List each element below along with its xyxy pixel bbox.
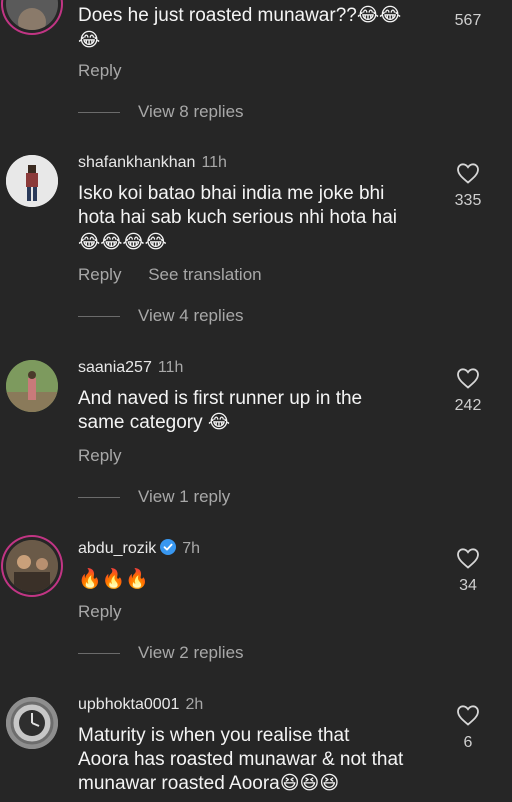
username[interactable]: upbhokta0001 — [78, 696, 179, 713]
comment-text-line3: munawar roasted Aoora😆😆😆 — [78, 773, 340, 794]
reply-button[interactable]: Reply — [78, 602, 121, 621]
username[interactable]: abdu_rozik — [78, 540, 156, 557]
comment-text-line2: hota hai sab kuch serious nhi hota hai — [78, 207, 397, 228]
view-replies-label: View 1 reply — [138, 487, 231, 506]
reply-button[interactable]: Reply — [78, 61, 121, 80]
comment-text: 🔥🔥🔥 — [78, 568, 149, 590]
comment-text: Isko koi batao bhai india me joke bhi — [78, 183, 385, 204]
timestamp: 11h — [201, 154, 227, 171]
comment-actions: Reply — [78, 61, 143, 81]
like-count: 567 — [454, 12, 482, 29]
like-count: 6 — [463, 734, 473, 751]
view-replies-button[interactable]: View 1 reply — [78, 487, 230, 507]
divider — [78, 496, 120, 498]
heart-icon[interactable] — [456, 547, 480, 569]
avatar-image — [6, 697, 58, 749]
timestamp: 2h — [185, 696, 204, 713]
comment-header: saania257 11h — [78, 359, 183, 377]
avatar-image — [6, 540, 58, 592]
like-count: 335 — [454, 192, 482, 209]
comment-text-line3: 😂😂😂😂 — [78, 231, 167, 253]
see-translation-button[interactable]: See translation — [148, 265, 261, 284]
heart-icon[interactable] — [456, 367, 480, 389]
username[interactable]: saania257 — [78, 359, 152, 376]
timestamp: 7h — [182, 540, 201, 557]
avatar-image — [6, 155, 58, 207]
divider — [78, 315, 120, 317]
view-replies-label: View 8 replies — [138, 102, 244, 121]
comment-actions: Reply — [78, 446, 143, 466]
heart-icon[interactable] — [456, 162, 480, 184]
view-replies-label: View 2 replies — [138, 643, 244, 662]
comment-text-line2: Aoora has roasted munawar & not that — [78, 749, 404, 770]
avatar[interactable] — [6, 697, 58, 749]
view-replies-label: View 4 replies — [138, 306, 244, 325]
verified-badge-icon — [160, 539, 177, 555]
username[interactable]: shafankhankhan — [78, 154, 195, 171]
reply-button[interactable]: Reply — [78, 265, 121, 284]
reply-button[interactable]: Reply — [78, 446, 121, 465]
comment-text-line2: 😂 — [78, 29, 101, 51]
avatar[interactable] — [6, 540, 58, 592]
comment-text: Maturity is when you realise that — [78, 725, 350, 746]
comment-header: abdu_rozik 7h — [78, 539, 200, 558]
view-replies-button[interactable]: View 2 replies — [78, 643, 244, 663]
avatar[interactable] — [6, 155, 58, 207]
timestamp: 11h — [157, 359, 184, 376]
comment-actions: Reply See translation — [78, 265, 284, 285]
avatar[interactable] — [6, 360, 58, 412]
comment-actions: Reply — [78, 602, 143, 622]
avatar-image — [6, 0, 58, 30]
divider — [78, 111, 120, 113]
like-count: 242 — [454, 397, 482, 414]
heart-icon[interactable] — [456, 704, 480, 726]
comment-header: upbhokta0001 2h — [78, 696, 203, 714]
comment-header: shafankhankhan 11h — [78, 154, 227, 172]
comment-text: And naved is first runner up in the — [78, 388, 363, 409]
comment-text: Does he just roasted munawar??😂😂 — [78, 5, 402, 26]
view-replies-button[interactable]: View 8 replies — [78, 102, 244, 122]
like-count: 34 — [459, 577, 477, 594]
avatar-image — [6, 360, 58, 412]
view-replies-button[interactable]: View 4 replies — [78, 306, 244, 326]
avatar[interactable] — [6, 0, 58, 30]
divider — [78, 652, 120, 654]
comment-text-line2: same category 😂 — [78, 412, 231, 433]
